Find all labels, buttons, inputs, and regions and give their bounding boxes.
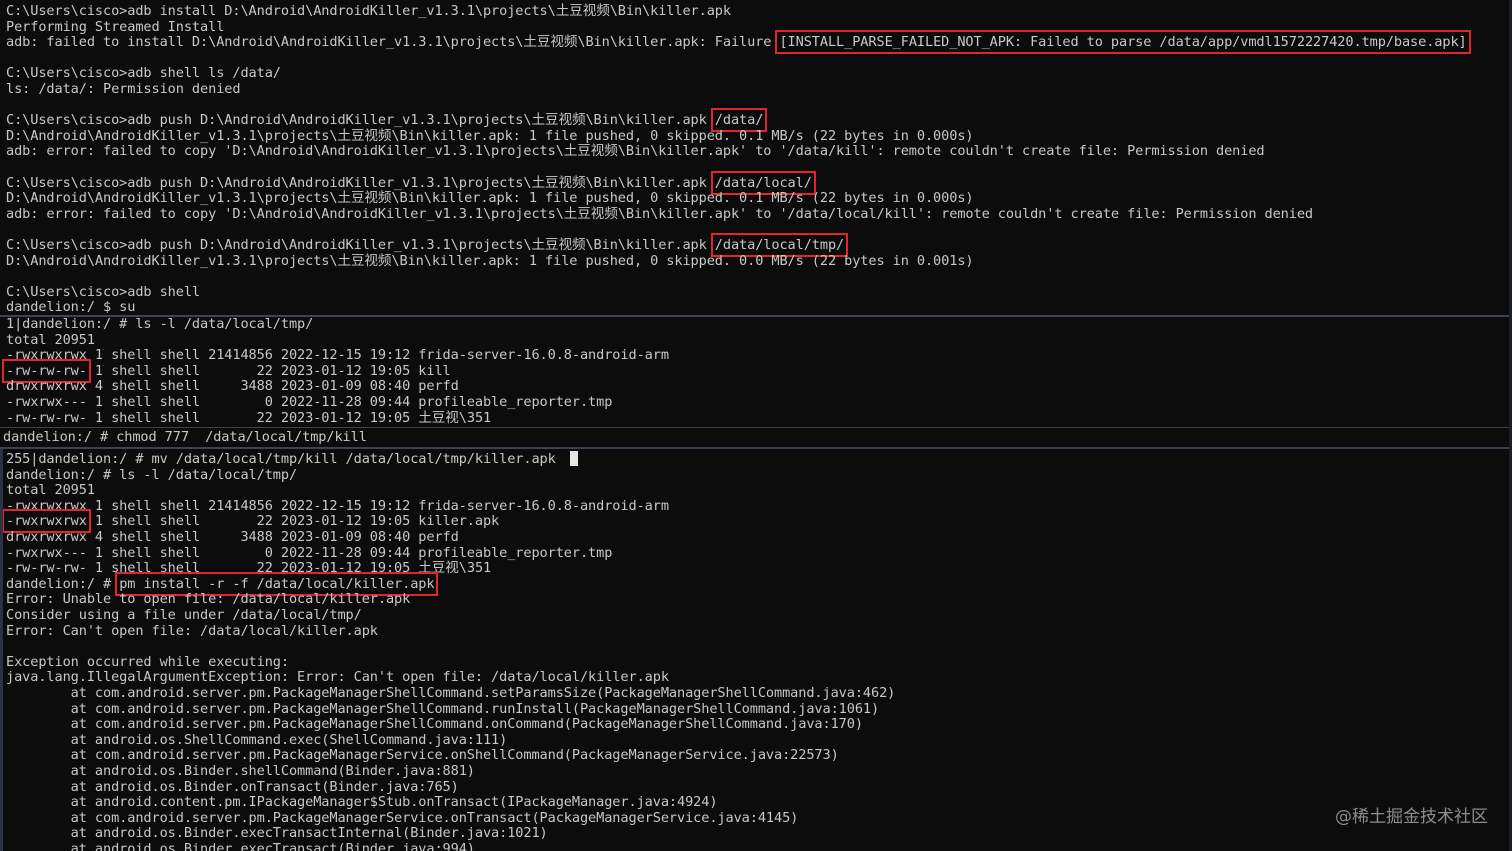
- terminal-line: adb: error: failed to copy 'D:\Android\A…: [6, 205, 1314, 222]
- terminal-line: -rwxrwxrwx 1 shell shell 21414856 2022-1…: [6, 497, 669, 514]
- terminal-pane-middle[interactable]: 1|dandelion:/ # ls -l /data/local/tmp/to…: [0, 316, 1512, 427]
- terminal-line: -rw-rw-rw- 1 shell shell 22 2023-01-12 1…: [2, 358, 451, 383]
- terminal-line: C:\Users\cisco>adb push D:\Android\Andro…: [6, 170, 816, 195]
- line-text: C:\Users\cisco>adb push D:\Android\Andro…: [6, 237, 715, 253]
- terminal-line: total 20951: [6, 331, 95, 348]
- terminal-line: D:\Android\AndroidKiller_v1.3.1\projects…: [6, 127, 974, 144]
- terminal-line: dandelion:/ $ su: [6, 299, 136, 315]
- terminal-line: Consider using a file under /data/local/…: [6, 607, 362, 623]
- terminal-line: C:\Users\cisco>adb shell: [6, 283, 201, 300]
- terminal-line: C:\Users\cisco>adb push D:\Android\Andro…: [6, 108, 768, 133]
- terminal-line: 255|dandelion:/ # mv /data/local/tmp/kil…: [6, 451, 578, 467]
- terminal-line: 1|dandelion:/ # ls -l /data/local/tmp/: [6, 316, 314, 332]
- terminal-line: -rw-rw-rw- 1 shell shell 22 2023-01-12 1…: [6, 409, 492, 426]
- terminal-line: at android.os.Binder.shellCommand(Binder…: [6, 763, 475, 779]
- terminal-pane-top[interactable]: C:\Users\cisco>adb install D:\Android\An…: [0, 0, 1512, 315]
- highlight-box: -rwxrwxrwx: [3, 509, 91, 534]
- terminal-line: dandelion:/ # ls -l /data/local/tmp/: [6, 466, 298, 483]
- line-text: adb: failed to install D:\Android\Androi…: [6, 34, 780, 51]
- terminal-line: ls: /data/: Permission denied: [6, 81, 241, 97]
- terminal-pane-bottom[interactable]: 255|dandelion:/ # mv /data/local/tmp/kil…: [0, 449, 1512, 851]
- terminal-line: Performing Streamed Install: [6, 18, 225, 35]
- command-line: dandelion:/ # chmod 777 /data/local/tmp/…: [3, 429, 367, 445]
- terminal-line: -rwxrwxrwx 1 shell shell 22 2023-01-12 1…: [3, 509, 500, 534]
- terminal-pane-command[interactable]: dandelion:/ # chmod 777 /data/local/tmp/…: [0, 428, 1512, 447]
- terminal-line: -rwxrwx--- 1 shell shell 0 2022-11-28 09…: [6, 544, 613, 561]
- terminal-line: at com.android.server.pm.PackageManagerS…: [6, 685, 896, 701]
- terminal-line: D:\Android\AndroidKiller_v1.3.1\projects…: [6, 190, 974, 207]
- terminal-line: at android.os.Binder.execTransact(Binder…: [6, 841, 475, 851]
- text-cursor: [569, 451, 578, 466]
- terminal-line: C:\Users\cisco>adb install D:\Android\An…: [6, 3, 731, 19]
- line-text: 255|dandelion:/ # mv /data/local/tmp/kil…: [6, 451, 556, 467]
- terminal-line: drwxrwxrwx 4 shell shell 3488 2023-01-09…: [6, 378, 459, 395]
- terminal-line: at android.os.ShellCommand.exec(ShellCom…: [6, 731, 508, 748]
- highlight-box: [INSTALL_PARSE_FAILED_NOT_APK: Failed to…: [775, 30, 1471, 55]
- terminal-line: C:\Users\cisco>adb shell ls /data/: [6, 65, 281, 82]
- terminal-line: -rwxrwxrwx 1 shell shell 21414856 2022-1…: [6, 347, 669, 364]
- terminal-line: total 20951: [6, 482, 95, 499]
- highlight-box: -rw-rw-rw-: [2, 358, 91, 383]
- terminal-line: at com.android.server.pm.PackageManagerS…: [6, 716, 863, 733]
- highlight-box: /data/local/: [710, 170, 816, 195]
- terminal-line: adb: error: failed to copy 'D:\Android\A…: [6, 143, 1265, 160]
- terminal-line: C:\Users\cisco>adb push D:\Android\Andro…: [6, 233, 849, 257]
- line-text: dandelion:/ #: [6, 575, 120, 592]
- terminal-line: adb: failed to install D:\Android\Androi…: [6, 30, 1471, 55]
- terminal-line: Error: Can't open file: /data/local/kill…: [6, 622, 378, 639]
- terminal-line: D:\Android\AndroidKiller_v1.3.1\projects…: [6, 252, 974, 269]
- terminal-line: -rw-rw-rw- 1 shell shell 22 2023-01-12 1…: [6, 560, 492, 577]
- line-text: 1 shell shell 22 2023-01-12 19:05 kill: [86, 362, 451, 379]
- terminal-line: Error: Unable to open file: /data/local/…: [6, 591, 411, 608]
- terminal-line: at android.content.pm.IPackageManager$St…: [6, 794, 718, 811]
- highlight-box: /data/local/tmp/: [710, 233, 849, 257]
- terminal-line: drwxrwxrwx 4 shell shell 3488 2023-01-09…: [6, 529, 459, 545]
- terminal-line: at com.android.server.pm.PackageManagerS…: [6, 809, 799, 826]
- terminal-line: Exception occurred while executing:: [6, 653, 289, 670]
- terminal-line: at com.android.server.pm.PackageManagerS…: [6, 700, 880, 717]
- terminal-window[interactable]: C:\Users\cisco>adb install D:\Android\An…: [0, 0, 1512, 851]
- terminal-line: at android.os.Binder.onTransact(Binder.j…: [6, 778, 459, 795]
- line-text: C:\Users\cisco>adb push D:\Android\Andro…: [6, 112, 715, 129]
- terminal-line: at com.android.server.pm.PackageManagerS…: [6, 747, 839, 764]
- highlight-box: pm install -r -f /data/local/killer.apk: [115, 571, 439, 596]
- line-text: 1 shell shell 22 2023-01-12 19:05 killer…: [86, 513, 500, 530]
- highlight-box: /data/: [710, 108, 768, 133]
- terminal-line: dandelion:/ # pm install -r -f /data/loc…: [6, 571, 439, 596]
- line-text: C:\Users\cisco>adb push D:\Android\Andro…: [6, 174, 715, 191]
- terminal-line: at android.os.Binder.execTransactInterna…: [6, 825, 548, 842]
- watermark: @稀土掘金技术社区: [1335, 807, 1488, 827]
- terminal-line: java.lang.IllegalArgumentException: Erro…: [6, 669, 669, 686]
- terminal-line: -rwxrwx--- 1 shell shell 0 2022-11-28 09…: [6, 394, 613, 410]
